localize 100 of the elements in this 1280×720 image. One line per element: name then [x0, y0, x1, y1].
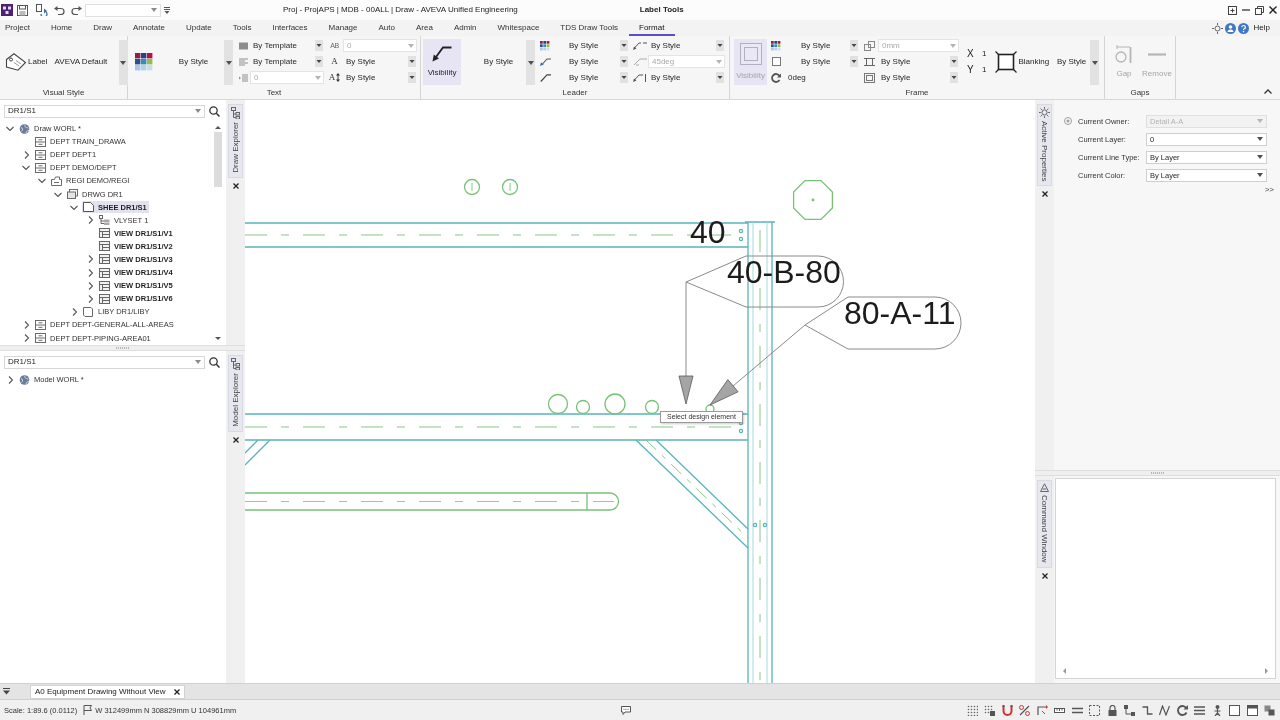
ribbon-tab[interactable]: Home: [40, 20, 83, 36]
dropdown-button[interactable]: [526, 40, 535, 85]
help-link[interactable]: Help: [1253, 23, 1270, 33]
chevron-right-icon[interactable]: [87, 268, 93, 277]
style-dropdown[interactable]: By Style: [552, 71, 629, 84]
slash-circles-icon[interactable]: [1019, 704, 1030, 716]
ribbon-tab[interactable]: Project: [0, 20, 41, 36]
panel-icon[interactable]: [1228, 5, 1237, 15]
ribbon-tab[interactable]: Update: [175, 20, 223, 36]
chevron-right-icon[interactable]: [23, 334, 29, 343]
ribbon-tab[interactable]: Area: [405, 20, 444, 36]
style-dropdown[interactable]: By Style: [471, 56, 526, 67]
style-dropdown[interactable]: By Style: [1053, 56, 1091, 67]
window-icon[interactable]: [1246, 704, 1258, 716]
search-icon[interactable]: [209, 356, 220, 368]
lock-icon[interactable]: [1106, 704, 1118, 716]
style-dropdown[interactable]: By Style: [878, 71, 959, 84]
node-link-icon[interactable]: [1124, 704, 1135, 716]
quick-access-field[interactable]: [85, 3, 161, 17]
crosshair-icon[interactable]: [1211, 22, 1223, 34]
chevron-down-icon[interactable]: [6, 126, 14, 132]
corner-arrow-icon[interactable]: [1036, 704, 1048, 716]
ribbon-tab[interactable]: Draw: [82, 20, 123, 36]
search-field[interactable]: DR1/S1: [4, 355, 205, 369]
dashed-square-icon[interactable]: [1089, 704, 1100, 716]
chevron-right-icon[interactable]: [23, 320, 29, 329]
chevron-up-icon[interactable]: [1264, 89, 1272, 94]
chevron-right-icon[interactable]: [87, 281, 93, 290]
style-dropdown[interactable]: By Style: [878, 55, 959, 68]
close-icon[interactable]: [232, 182, 239, 189]
customize-icon[interactable]: [164, 6, 170, 14]
document-arrow-icon[interactable]: [36, 4, 48, 16]
close-icon[interactable]: [1269, 6, 1277, 14]
style-dropdown[interactable]: By Style: [783, 39, 859, 52]
color-grid-icon[interactable]: [135, 52, 153, 71]
style-dropdown[interactable]: By Style: [343, 55, 417, 68]
layers-icon[interactable]: [1264, 704, 1275, 716]
ribbon-tab[interactable]: TDS Draw Tools: [549, 20, 629, 36]
style-dropdown[interactable]: By Style: [163, 56, 224, 67]
chevron-right-icon[interactable]: [71, 307, 77, 316]
arrow-down-icon[interactable]: [215, 337, 221, 340]
arrow-right-icon[interactable]: [1265, 668, 1268, 674]
chevron-right-icon[interactable]: [87, 216, 93, 225]
chevron-down-icon[interactable]: [38, 178, 46, 184]
close-icon[interactable]: [1041, 572, 1048, 579]
snap-grid-icon[interactable]: [984, 704, 995, 716]
restore-icon[interactable]: [1255, 5, 1264, 15]
chevron-down-icon[interactable]: [22, 165, 30, 171]
blanking-button[interactable]: Blanking: [995, 50, 1050, 73]
ribbon-tab[interactable]: Admin: [443, 20, 488, 36]
style-dropdown[interactable]: By Style: [552, 55, 629, 68]
panel-tab[interactable]: Draw Explorer: [228, 104, 243, 178]
ribbon-tab[interactable]: Auto: [368, 20, 406, 36]
visibility-button[interactable]: Visibility: [423, 38, 461, 85]
ribbon-tab[interactable]: Manage: [318, 20, 368, 36]
magnet-icon[interactable]: [1001, 704, 1013, 716]
person-circle-icon[interactable]: [1224, 22, 1236, 34]
style-dropdown[interactable]: AVEVA Default: [54, 56, 119, 67]
dropdown-button[interactable]: [118, 40, 128, 85]
chevron-down-icon[interactable]: [70, 204, 78, 210]
panel-tab[interactable]: Command Window: [1037, 480, 1052, 568]
arrow-up-icon[interactable]: [215, 126, 221, 129]
ribbon-tab[interactable]: Whitespace: [487, 20, 550, 36]
style-dropdown[interactable]: By Style: [648, 39, 725, 52]
refresh-icon[interactable]: [1176, 704, 1188, 716]
ribbon-tab[interactable]: Annotate: [122, 20, 176, 36]
style-dropdown[interactable]: By Template: [250, 39, 324, 52]
save-icon[interactable]: [17, 4, 28, 16]
flag-icon[interactable]: [83, 705, 93, 715]
panel-tab[interactable]: Model Explorer: [228, 355, 243, 432]
search-icon[interactable]: [209, 105, 220, 117]
style-dropdown[interactable]: By Style: [783, 55, 859, 68]
document-tab[interactable]: A0 Equipment Drawing Without View: [30, 684, 185, 699]
app-logo-icon[interactable]: [1, 4, 13, 16]
scrollbar-thumb[interactable]: [214, 132, 222, 187]
chevron-right-icon[interactable]: [87, 294, 93, 303]
stacked-lines-icon[interactable]: [1194, 704, 1205, 716]
dropdown-button[interactable]: [1090, 40, 1100, 85]
chevron-down-icon[interactable]: [54, 191, 62, 197]
tab-list-icon[interactable]: [3, 688, 10, 695]
style-dropdown[interactable]: By Style: [648, 71, 725, 84]
chevron-right-icon[interactable]: [87, 255, 93, 264]
expand-button[interactable]: >>: [1264, 185, 1274, 195]
close-icon[interactable]: [232, 436, 239, 443]
square-outline-icon[interactable]: [1229, 704, 1240, 716]
step-line-icon[interactable]: [1141, 704, 1153, 716]
zigzag-icon[interactable]: [1159, 704, 1170, 716]
close-icon[interactable]: [1041, 191, 1048, 198]
arrow-left-icon[interactable]: [1063, 668, 1066, 674]
dot-grid-icon[interactable]: [966, 704, 978, 716]
redo-icon[interactable]: [71, 5, 82, 15]
ribbon-tab[interactable]: Tools: [222, 20, 262, 36]
undo-icon[interactable]: [54, 5, 65, 15]
chat-bubble-icon[interactable]: [621, 705, 632, 715]
chevron-right-icon[interactable]: [23, 150, 29, 159]
ribbon-tab[interactable]: Interfaces: [261, 20, 319, 36]
label-button[interactable]: Label: [5, 52, 48, 71]
style-dropdown[interactable]: By Template: [250, 55, 324, 68]
dropdown-button[interactable]: [224, 40, 233, 85]
chevron-right-icon[interactable]: [7, 375, 13, 384]
